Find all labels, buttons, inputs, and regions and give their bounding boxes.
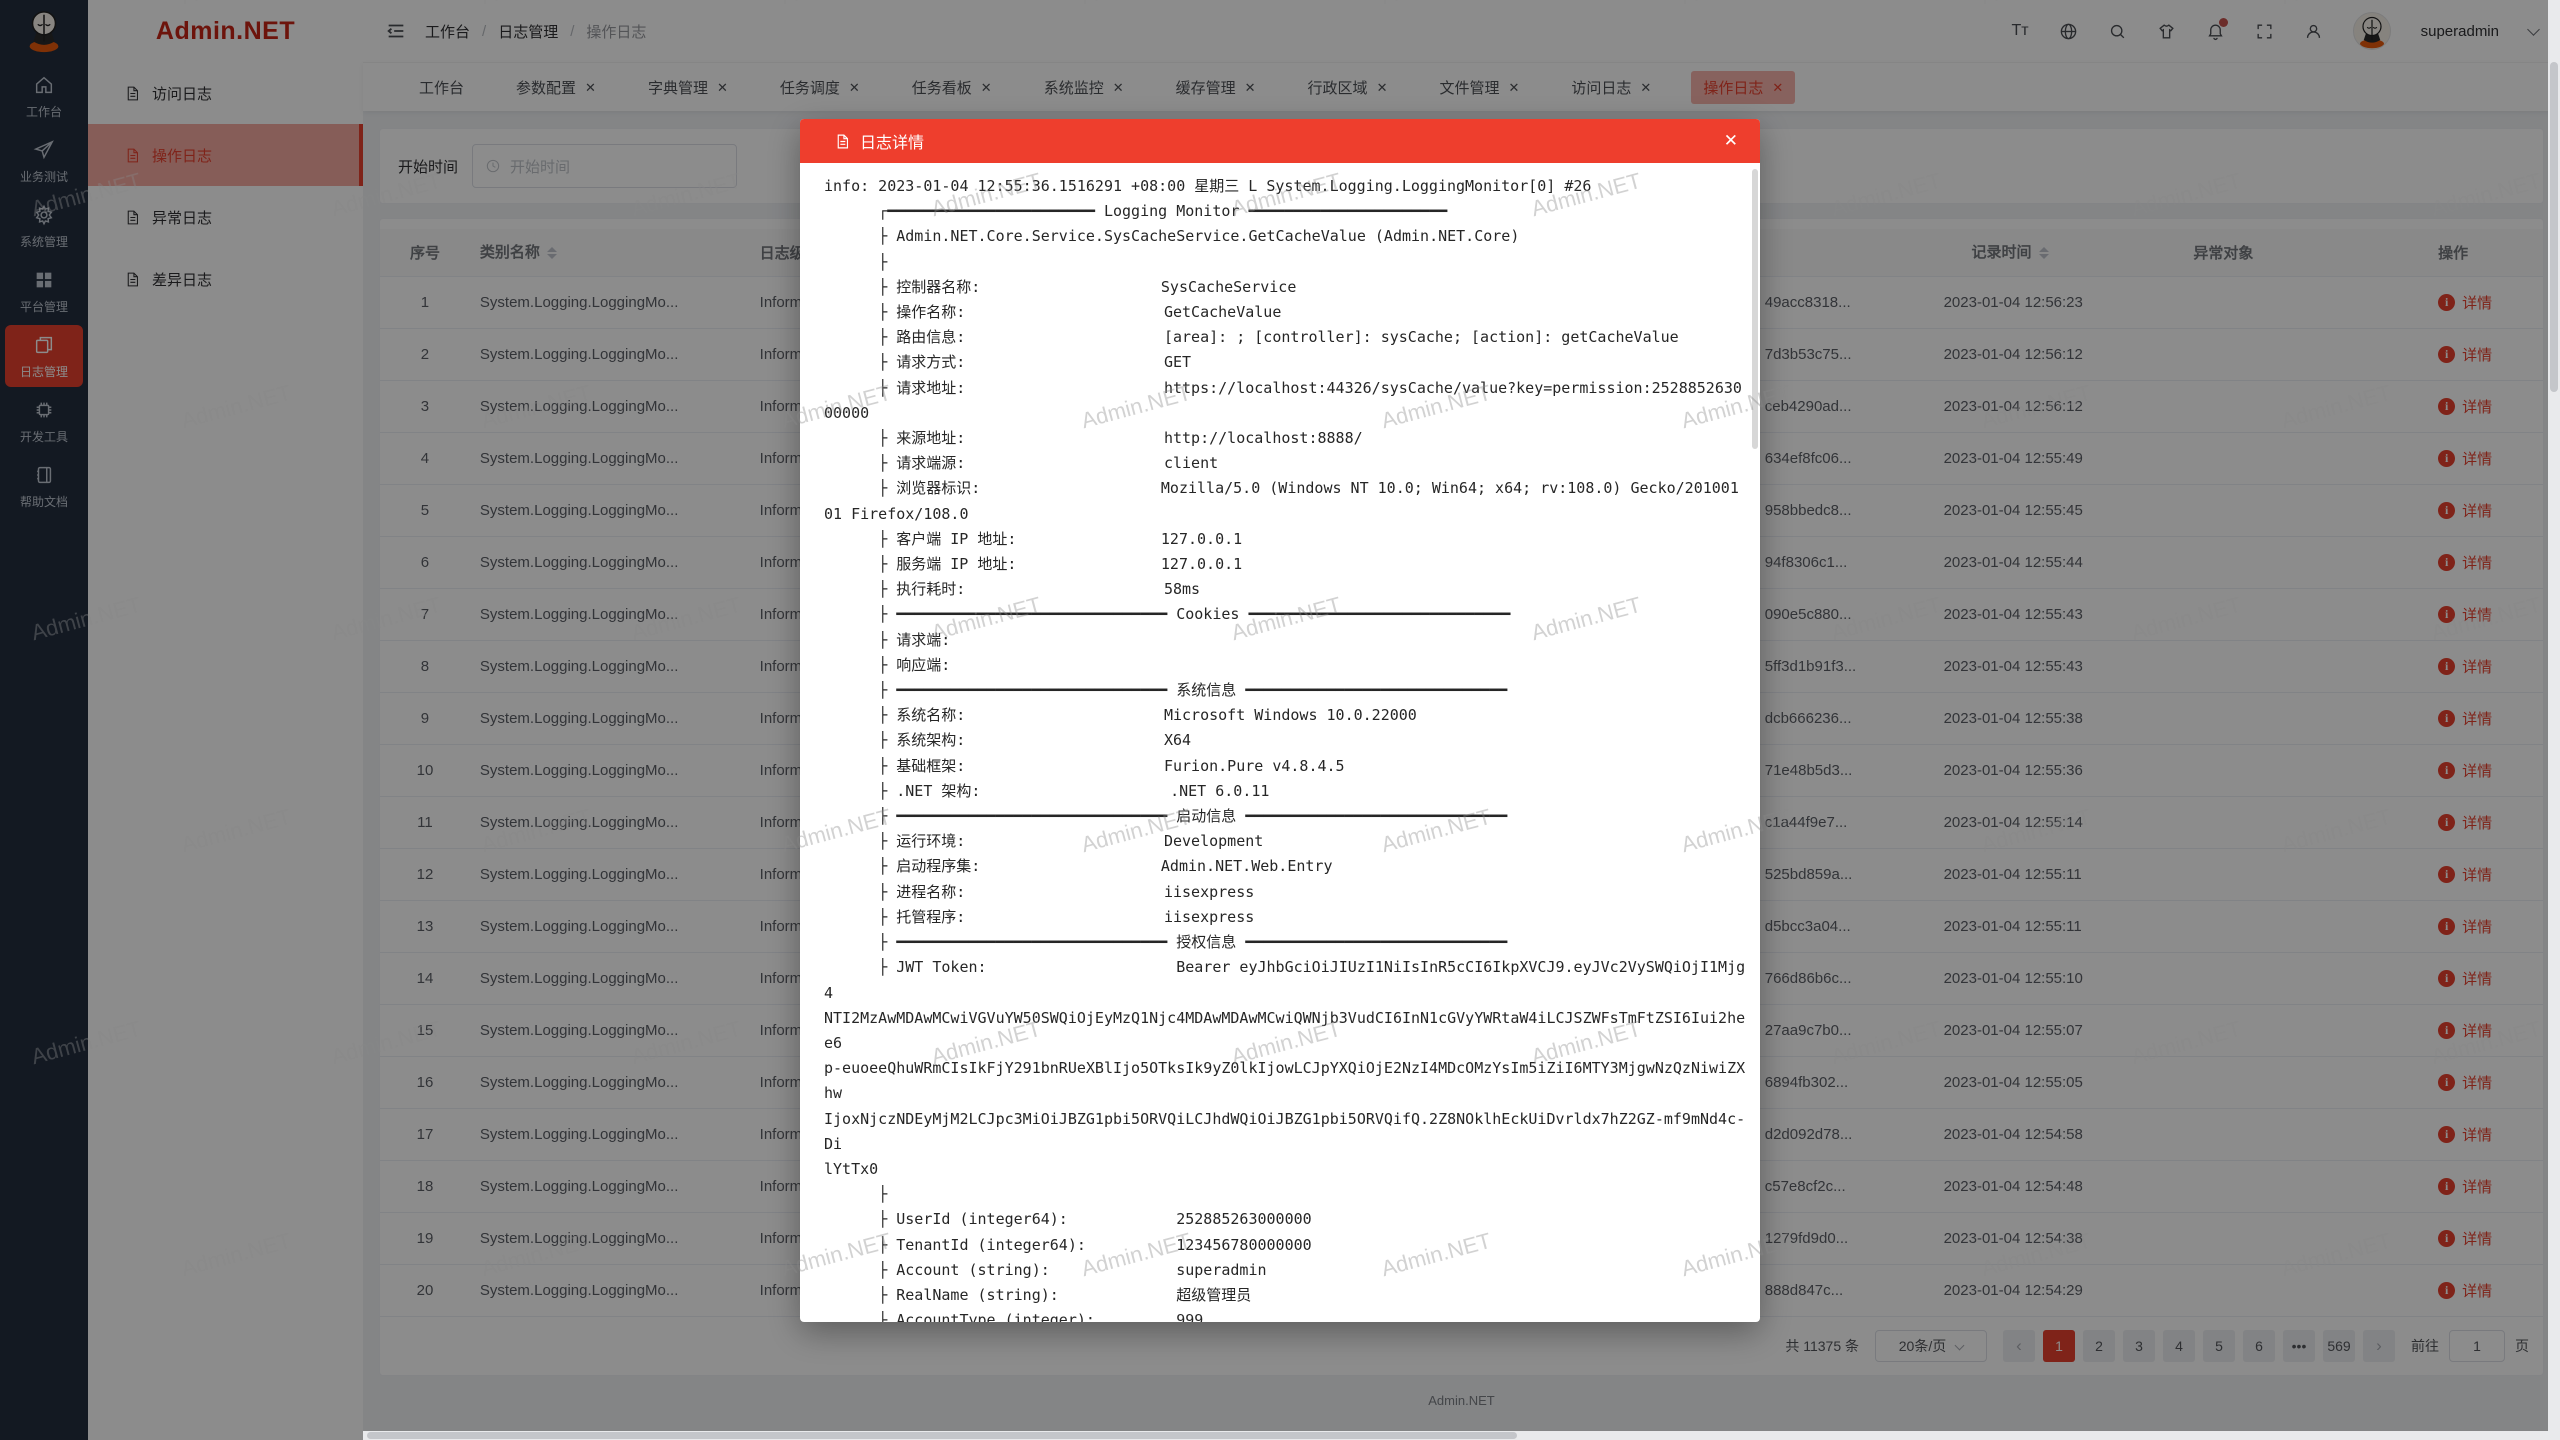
document-icon <box>834 133 851 150</box>
dialog-header: 日志详情 ✕ <box>800 119 1760 163</box>
vertical-scrollbar-thumb[interactable] <box>2550 62 2558 392</box>
log-detail-dialog: 日志详情 ✕ info: 2023-01-04 12:55:36.1516291… <box>800 119 1760 1322</box>
horizontal-scrollbar[interactable] <box>363 1431 2548 1440</box>
dialog-title: 日志详情 <box>860 129 924 153</box>
dialog-scrollbar-thumb[interactable] <box>1752 169 1758 449</box>
close-icon[interactable]: ✕ <box>1724 131 1738 151</box>
dialog-body[interactable]: info: 2023-01-04 12:55:36.1516291 +08:00… <box>800 163 1760 1322</box>
log-text: info: 2023-01-04 12:55:36.1516291 +08:00… <box>800 163 1760 1322</box>
vertical-scrollbar[interactable] <box>2548 0 2560 1440</box>
horizontal-scrollbar-thumb[interactable] <box>367 1432 1517 1439</box>
